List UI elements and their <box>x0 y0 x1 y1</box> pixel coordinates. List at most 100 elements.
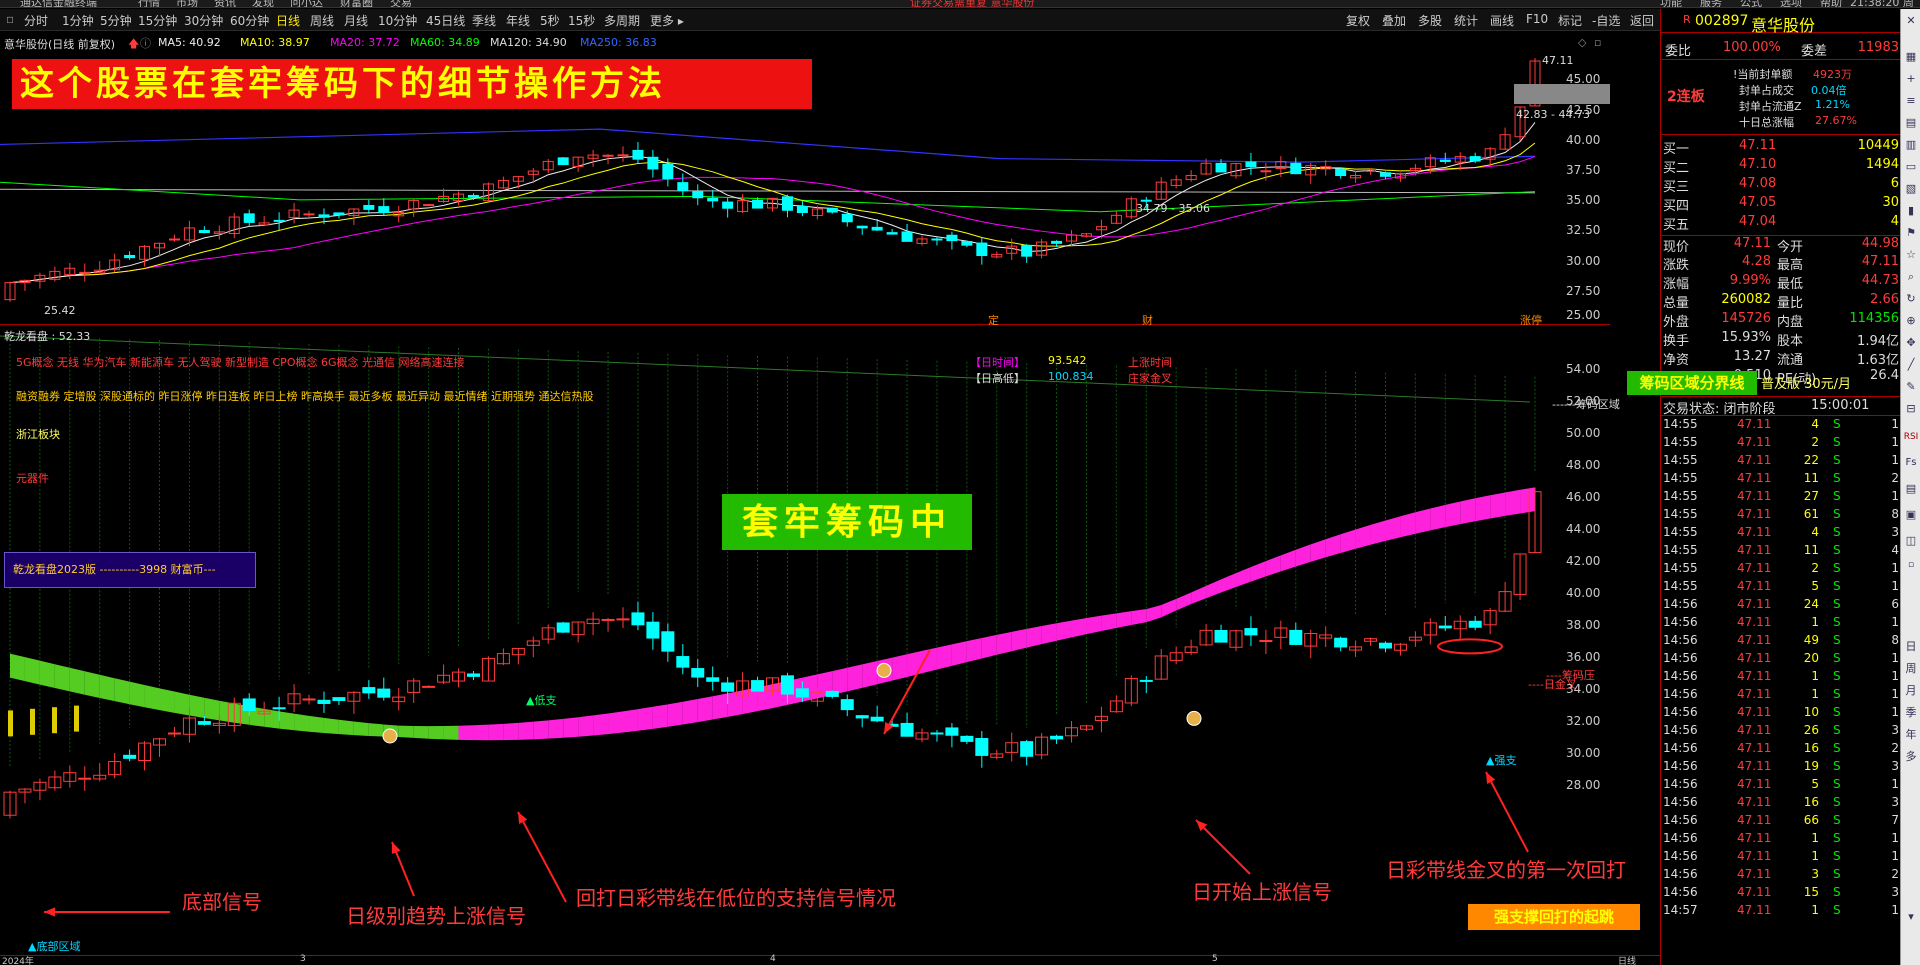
menu-item-help[interactable]: 帮助 <box>1820 0 1842 7</box>
toolbar-adjust-button[interactable]: 复权 <box>1346 12 1370 29</box>
ribbon-segment <box>398 725 414 738</box>
period-tab[interactable]: 季线 <box>472 12 496 29</box>
window-icon[interactable]: ▭ <box>1903 159 1919 175</box>
refresh-icon[interactable]: ↻ <box>1903 291 1919 307</box>
list-icon[interactable]: ≡ <box>1903 93 1919 109</box>
period-tab[interactable]: 10分钟 <box>378 12 417 29</box>
period-week-button[interactable]: 周 <box>1903 661 1919 677</box>
move-icon[interactable]: ✥ <box>1903 335 1919 351</box>
rsi-button[interactable]: RSI <box>1903 429 1919 445</box>
annotation-arrowhead <box>44 907 56 917</box>
period-tab[interactable]: 1分钟 <box>62 12 94 29</box>
period-tab-active[interactable]: 日线 <box>276 12 300 29</box>
ribbon-segment <box>1146 604 1162 623</box>
fs-button[interactable]: Fs <box>1903 455 1919 471</box>
scroll-down-icon[interactable]: ▾ <box>1903 909 1919 925</box>
toolbar-f10-button[interactable]: F10 <box>1526 12 1548 26</box>
quote-label: 净资 <box>1663 353 1690 368</box>
period-tab[interactable]: 5分钟 <box>100 12 132 29</box>
menu-item-wealth[interactable]: 财富圈 <box>340 0 373 7</box>
menu-item-news[interactable]: 资讯 <box>214 0 236 7</box>
bid-row[interactable]: 买三 47.08 6 <box>1661 176 1901 195</box>
toolbar-back-button[interactable]: 返回 <box>1630 12 1654 29</box>
bid-row[interactable]: 买一 47.11 10449 <box>1661 138 1901 157</box>
pencil-icon[interactable]: ✎ <box>1903 379 1919 395</box>
close-icon[interactable]: ✕ <box>1903 13 1919 29</box>
expand-icon[interactable]: ▫ <box>1594 36 1601 49</box>
info-icon[interactable]: ⓘ <box>140 35 151 51</box>
period-tab[interactable]: 月线 <box>344 12 368 29</box>
candle-body <box>961 240 973 246</box>
ribbon-segment <box>1131 609 1147 626</box>
menu-item-trade[interactable]: 交易 <box>390 0 412 7</box>
layers-icon[interactable]: ▣ <box>1903 507 1919 523</box>
period-tab[interactable]: 多周期 <box>604 12 640 29</box>
period-tab[interactable]: 60分钟 <box>230 12 269 29</box>
period-tab[interactable]: 30分钟 <box>184 12 223 29</box>
menu-item-market[interactable]: 市场 <box>176 0 198 7</box>
menu-item-ask[interactable]: 问小达 <box>290 0 323 7</box>
quote-label: 总量 <box>1663 296 1690 311</box>
period-multi-button[interactable]: 多 <box>1903 749 1919 765</box>
table-icon[interactable]: ▥ <box>1903 137 1919 153</box>
grid-icon[interactable]: ▦ <box>1903 49 1919 65</box>
order-diff-value: 11983 <box>1857 40 1899 55</box>
settings-icon[interactable]: ◇ <box>1578 36 1586 49</box>
bars-icon[interactable]: ▮ <box>1903 203 1919 219</box>
stock-name: 意华股份 <box>1751 16 1816 35</box>
bid-row[interactable]: 买五 47.04 4 <box>1661 214 1901 233</box>
toolbar-stats-button[interactable]: 统计 <box>1454 12 1478 29</box>
indicator-chart[interactable]: 乾龙看盘 : 52.33 5G概念 无线 华为汽车 新能源车 无人驾驶 新型制造… <box>0 326 1640 956</box>
flag-icon[interactable]: ⚑ <box>1903 225 1919 241</box>
ribbon-segment <box>996 631 1012 655</box>
window-split-icon[interactable]: ◫ <box>1903 533 1919 549</box>
period-tab-more[interactable]: 更多 ▸ <box>650 12 684 29</box>
toolbar-multi-button[interactable]: 多股 <box>1418 12 1442 29</box>
tick-row: 14:55 47.11 11 S 2 <box>1661 471 1901 489</box>
bid-row[interactable]: 买二 47.10 1494 <box>1661 157 1901 176</box>
period-month-button[interactable]: 月 <box>1903 683 1919 699</box>
menu-item-discover[interactable]: 发现 <box>252 0 274 7</box>
subscription-label[interactable]: 普及版 30元/月 <box>1761 373 1851 392</box>
period-mini-icon[interactable]: ▫ <box>1903 557 1919 573</box>
tick-volume: 11 <box>1803 543 1819 557</box>
period-tab[interactable]: 5秒 <box>540 12 560 29</box>
period-tab[interactable]: 分时 <box>24 12 48 29</box>
tick-price: 47.11 <box>1737 561 1772 575</box>
star-icon[interactable]: ☆ <box>1903 247 1919 263</box>
chart-icon[interactable]: ▤ <box>1903 115 1919 131</box>
menu-item-quotes[interactable]: 行情 <box>138 0 160 7</box>
period-tab[interactable]: 周线 <box>310 12 334 29</box>
toolbar-overlay-button[interactable]: 叠加 <box>1382 12 1406 29</box>
tick-side: S <box>1833 471 1841 485</box>
toolbar-remove-watch-button[interactable]: -自选 <box>1592 12 1620 29</box>
plus-icon[interactable]: + <box>1903 71 1919 87</box>
kline-chart[interactable]: 意华股份(日线 前复权) 🡅 ⓘ MA5: 40.92 MA10: 38.97 … <box>0 32 1610 327</box>
zoom-icon[interactable]: ⊕ <box>1903 313 1919 329</box>
layout-icon[interactable]: ▧ <box>1903 181 1919 197</box>
tick-time: 14:56 <box>1663 669 1698 683</box>
period-day-button[interactable]: 日 <box>1903 639 1919 655</box>
toolbar-draw-button[interactable]: 画线 <box>1490 12 1514 29</box>
period-quarter-button[interactable]: 季 <box>1903 705 1919 721</box>
doc-icon[interactable]: ▤ <box>1903 481 1919 497</box>
menu-item-service[interactable]: 服务 <box>1700 0 1722 7</box>
period-tab[interactable]: 年线 <box>506 12 530 29</box>
menu-item-function[interactable]: 功能 <box>1660 0 1682 7</box>
tick-time: 14:55 <box>1663 435 1698 449</box>
period-tab[interactable]: 15分钟 <box>138 12 177 29</box>
bid-row[interactable]: 买四 47.05 30 <box>1661 195 1901 214</box>
period-year-button[interactable]: 年 <box>1903 727 1919 743</box>
period-tab[interactable]: 45日线 <box>426 12 465 29</box>
tick-side: S <box>1833 741 1841 755</box>
menu-item-options[interactable]: 选项 <box>1780 0 1802 7</box>
toolbar-mark-button[interactable]: 标记 <box>1558 12 1582 29</box>
line-icon[interactable]: ╱ <box>1903 357 1919 373</box>
quote-label: 今开 <box>1777 240 1804 255</box>
tick-side: S <box>1833 597 1841 611</box>
ruler-icon[interactable]: ⊟ <box>1903 401 1919 417</box>
ribbon-segment <box>518 721 534 740</box>
menu-item-formula[interactable]: 公式 <box>1740 0 1762 7</box>
period-tab[interactable]: 15秒 <box>568 12 595 29</box>
search-icon[interactable]: ⌕ <box>1903 269 1919 285</box>
